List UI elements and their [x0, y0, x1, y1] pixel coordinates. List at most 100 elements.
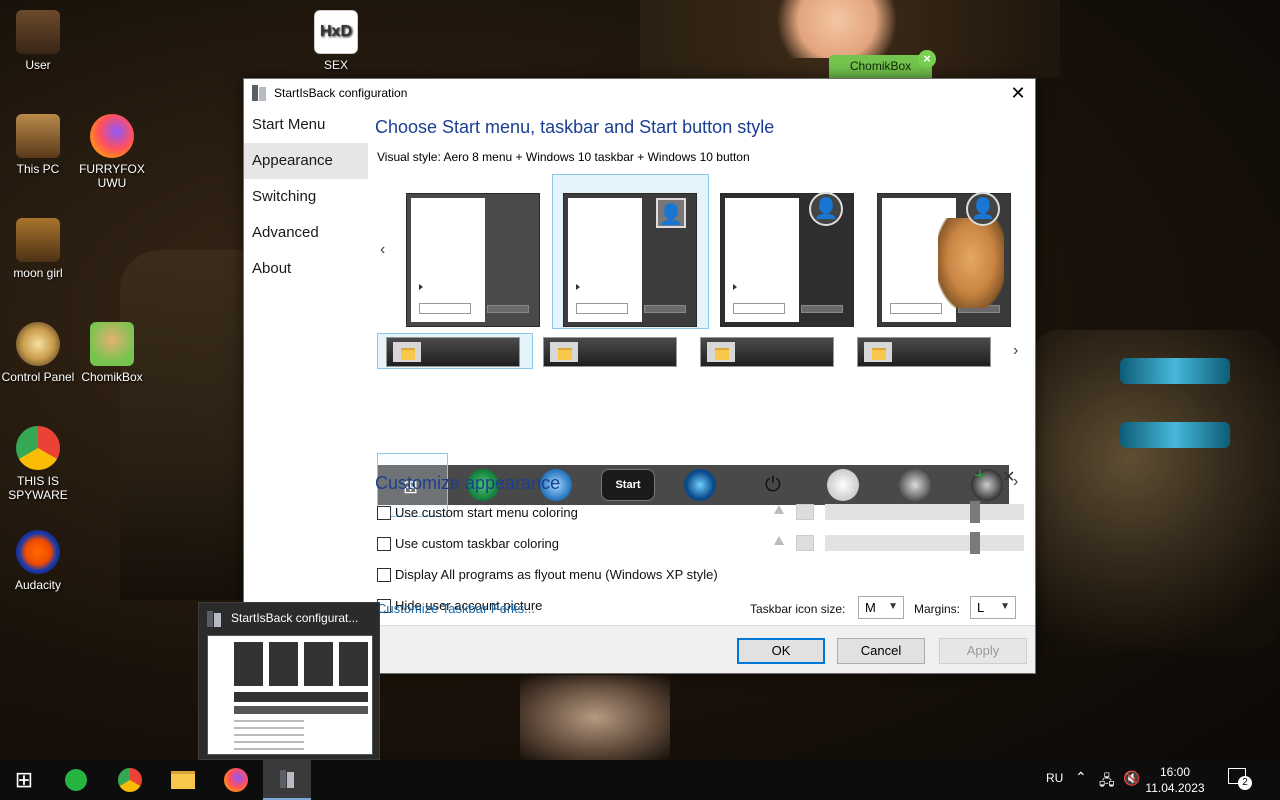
desktop-icon-user[interactable]: User: [0, 10, 76, 72]
desktop-icon-firefox[interactable]: FURRYFOX UWU: [74, 114, 150, 190]
taskbar-app-explorer[interactable]: [159, 760, 207, 800]
chevron-right-icon[interactable]: ›: [1013, 342, 1018, 360]
folder-icon: [393, 342, 421, 362]
audacity-icon: [16, 530, 60, 574]
option-custom-taskbar-coloring[interactable]: Use custom taskbar coloring: [377, 536, 559, 551]
nav-item-about[interactable]: About: [244, 251, 368, 287]
start-menu-color-slider-row: [774, 501, 1024, 523]
user-folder-icon: [16, 10, 60, 54]
desktop-icon-audacity[interactable]: Audacity: [0, 530, 76, 592]
slider-thumb[interactable]: [970, 501, 980, 523]
icon-size-select[interactable]: M ▼: [858, 596, 904, 619]
checkbox[interactable]: [377, 567, 391, 582]
sidebar-nav: Start Menu Appearance Switching Advanced…: [244, 107, 368, 675]
add-icon[interactable]: +: [974, 465, 986, 488]
taskbar-app-firefox[interactable]: [212, 760, 260, 800]
volume-muted-icon[interactable]: 🔇: [1123, 770, 1140, 787]
opacity-slider[interactable]: [825, 532, 1024, 554]
chevron-down-icon: ▼: [1000, 601, 1010, 612]
window-preview[interactable]: [207, 635, 373, 755]
windows-logo-icon: ⊞: [14, 767, 34, 792]
control-panel-icon: [16, 322, 60, 366]
desktop-icon-this-pc[interactable]: This PC: [0, 114, 76, 176]
desktop-icon-chomikbox[interactable]: ChomikBox: [74, 322, 150, 384]
option-flyout-menu[interactable]: Display All programs as flyout menu (Win…: [377, 567, 718, 582]
computer-icon: [16, 114, 60, 158]
folder-icon: [171, 771, 195, 789]
icon-size-label: Taskbar icon size:: [750, 602, 846, 616]
nav-item-switching[interactable]: Switching: [244, 179, 368, 215]
opacity-slider[interactable]: [825, 501, 1024, 523]
power-icon[interactable]: ⏻: [757, 469, 789, 501]
close-icon[interactable]: ✕: [1007, 82, 1029, 104]
user-avatar-icon: 👤: [656, 198, 686, 228]
taskbar-thumbnail-popup[interactable]: StartIsBack configurat...: [198, 602, 380, 760]
moon-girl-icon: [16, 218, 60, 262]
checkbox[interactable]: [377, 505, 391, 520]
customize-taskbar-perks-link[interactable]: Customize Taskbar Perks...: [377, 601, 535, 616]
taskbar-app-chat[interactable]: [52, 760, 100, 800]
ok-button[interactable]: OK: [737, 638, 825, 664]
menu-style-option[interactable]: 👤: [877, 192, 1011, 327]
menu-style-option-selected[interactable]: 👤: [563, 193, 697, 327]
startisback-window: StartIsBack configuration ✕ Start Menu A…: [243, 78, 1036, 674]
nav-item-advanced[interactable]: Advanced: [244, 215, 368, 251]
taskbar-style-option[interactable]: [857, 337, 991, 367]
folder-icon: [864, 342, 892, 362]
xp-start-button[interactable]: Start: [601, 469, 655, 501]
chevron-left-icon[interactable]: ‹: [380, 241, 385, 259]
network-icon[interactable]: 🖧: [1099, 770, 1115, 794]
taskbar-style-option[interactable]: [700, 337, 834, 367]
nav-item-start-menu[interactable]: Start Menu: [244, 107, 368, 143]
chomikbox-badge[interactable]: ChomikBox: [829, 55, 932, 78]
blue-orb-icon[interactable]: [684, 469, 716, 501]
taskbar-app-chrome[interactable]: [106, 760, 154, 800]
desktop-icon-label: User: [25, 58, 51, 72]
customize-heading: Customize appearance: [375, 473, 561, 493]
user-avatar-icon: 👤: [966, 192, 1000, 226]
wallpaper-cartoon: [760, 0, 900, 58]
margins-select[interactable]: L ▼: [970, 596, 1016, 619]
chrome-icon: [118, 768, 142, 792]
appearance-panel: Choose Start menu, taskbar and Start but…: [374, 107, 1035, 627]
chat-app-icon: [65, 769, 87, 791]
option-custom-start-menu-coloring[interactable]: Use custom start menu coloring: [377, 505, 578, 520]
desktop-icon-label: ChomikBox: [81, 370, 143, 384]
visual-style-label: Visual style: Aero 8 menu + Windows 10 t…: [377, 150, 750, 164]
desktop-icon-sex[interactable]: HxD SEX: [298, 10, 374, 72]
notification-center-icon[interactable]: 2: [1228, 768, 1252, 790]
slider-thumb[interactable]: [970, 532, 980, 554]
nav-item-appearance[interactable]: Appearance: [244, 143, 368, 179]
color-swatch[interactable]: [796, 535, 814, 551]
desktop-icon-control-panel[interactable]: Control Panel: [0, 322, 76, 384]
title-bar[interactable]: StartIsBack configuration ✕: [244, 79, 1035, 107]
taskbar-style-option[interactable]: [543, 337, 677, 367]
menu-style-option[interactable]: [406, 193, 540, 327]
wallpaper-hand: [520, 675, 670, 760]
white-windows-orb-icon[interactable]: [827, 469, 859, 501]
popup-title: StartIsBack configurat...: [231, 611, 359, 625]
color-swatch[interactable]: [796, 504, 814, 520]
page-title: Choose Start menu, taskbar and Start but…: [375, 117, 775, 137]
start-button[interactable]: ⊞: [0, 760, 48, 800]
checkbox[interactable]: [377, 536, 391, 551]
icon-size-value: M: [865, 600, 876, 615]
desktop-icon-label: This PC: [16, 162, 60, 176]
language-indicator[interactable]: RU: [1046, 771, 1063, 785]
remove-icon[interactable]: ✕: [1002, 467, 1015, 487]
desktop-icon-chrome[interactable]: THIS IS SPYWARE: [0, 426, 76, 502]
clock[interactable]: 16:00 11.04.2023: [1140, 764, 1210, 796]
taskbar-app-startisback[interactable]: [263, 760, 311, 800]
chevron-down-icon: ▼: [888, 601, 898, 612]
menu-style-option[interactable]: 👤: [720, 192, 854, 327]
desktop-icon-moon-girl[interactable]: moon girl: [0, 218, 76, 280]
grey-windows-orb-icon[interactable]: [899, 469, 931, 501]
cancel-button[interactable]: Cancel: [837, 638, 925, 664]
chomikbox-icon: [90, 322, 134, 366]
apply-button[interactable]: Apply: [939, 638, 1027, 664]
chrome-icon: [16, 426, 60, 470]
chevron-up-icon[interactable]: ⌃: [1075, 769, 1087, 786]
taskbar-style-option-selected[interactable]: [386, 337, 520, 367]
firefox-icon: [224, 768, 248, 792]
chomikbox-close-icon[interactable]: ×: [918, 50, 936, 68]
